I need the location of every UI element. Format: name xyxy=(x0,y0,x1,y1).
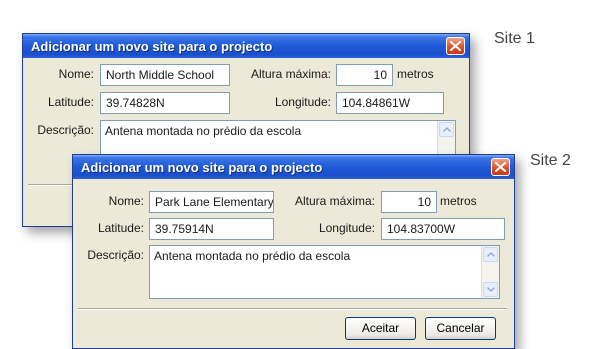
description-text: Antena montada no prédio da escola xyxy=(105,124,302,138)
longitude-label: Longitude: xyxy=(274,95,331,109)
latitude-label: Latitude: xyxy=(97,221,144,235)
latitude-field[interactable]: 39.74828N xyxy=(100,92,230,114)
name-label: Nome: xyxy=(108,194,144,208)
description-label: Descrição: xyxy=(37,123,94,137)
max-height-field[interactable]: 10 xyxy=(381,191,437,213)
dialog-divider xyxy=(78,308,507,310)
max-height-field[interactable]: 10 xyxy=(336,64,393,86)
scroll-down-button[interactable] xyxy=(483,282,498,297)
accept-button[interactable]: Aceitar xyxy=(345,317,416,340)
close-button[interactable] xyxy=(491,158,510,176)
title-bar[interactable]: Adicionar um novo site para o projecto xyxy=(73,155,514,179)
dialog-title: Adicionar um novo site para o projecto xyxy=(31,39,273,54)
chevron-up-icon xyxy=(487,252,495,257)
dialog-title: Adicionar um novo site para o projecto xyxy=(81,160,323,175)
max-height-label: Altura máxima: xyxy=(250,67,331,81)
dialog-site-2: Adicionar um novo site para o projecto N… xyxy=(72,154,515,349)
unit-label: metros xyxy=(440,194,477,208)
longitude-field[interactable]: 104.84861W xyxy=(336,92,444,114)
close-icon xyxy=(450,41,461,51)
description-label: Descrição: xyxy=(87,248,144,262)
latitude-label: Latitude: xyxy=(47,95,94,109)
chevron-down-icon xyxy=(487,287,495,292)
description-field[interactable]: Antena montada no prédio da escola xyxy=(149,245,500,299)
scroll-up-button[interactable] xyxy=(439,122,454,137)
latitude-field[interactable]: 39.75914N xyxy=(149,218,274,240)
max-height-label: Altura máxima: xyxy=(294,194,375,208)
cancel-button[interactable]: Cancelar xyxy=(425,317,496,340)
name-label: Nome: xyxy=(58,67,94,81)
unit-label: metros xyxy=(397,67,434,81)
longitude-label: Longitude: xyxy=(318,221,375,235)
scroll-up-button[interactable] xyxy=(483,247,498,262)
description-scrollbar[interactable] xyxy=(481,246,499,298)
close-icon xyxy=(495,162,506,172)
caption-site-1: Site 1 xyxy=(494,30,535,47)
longitude-field[interactable]: 104.83700W xyxy=(381,218,505,240)
title-bar[interactable]: Adicionar um novo site para o projecto xyxy=(23,34,469,58)
close-button[interactable] xyxy=(446,37,465,55)
caption-site-2: Site 2 xyxy=(530,152,571,169)
name-field[interactable]: North Middle School xyxy=(100,64,230,86)
name-field[interactable]: Park Lane Elementary xyxy=(149,191,274,213)
chevron-up-icon xyxy=(443,127,451,132)
description-text: Antena montada no prédio da escola xyxy=(154,249,351,263)
